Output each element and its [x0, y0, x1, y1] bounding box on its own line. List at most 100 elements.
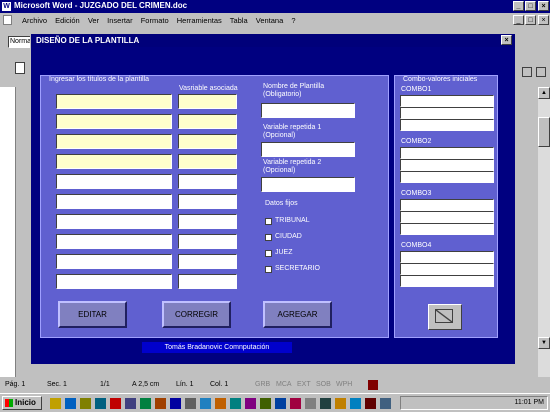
combo4-value-2[interactable]	[400, 263, 494, 275]
titles-panel: Ingresar los títulos de la plantilla Vas…	[40, 75, 389, 338]
combo4-value-1[interactable]	[400, 251, 494, 263]
combo1-value-2[interactable]	[400, 107, 494, 119]
variable-input-3[interactable]	[178, 134, 237, 149]
vertical-ruler	[0, 87, 16, 377]
rep-var2-input[interactable]	[261, 177, 355, 192]
menu-ver[interactable]: Ver	[88, 16, 99, 25]
right-tool-icon-2[interactable]	[536, 67, 546, 77]
tribunal-checkbox[interactable]	[265, 218, 272, 225]
title-input-3[interactable]	[56, 134, 172, 149]
menu-tabla[interactable]: Tabla	[230, 16, 248, 25]
scroll-up-button[interactable]: ▲	[538, 87, 550, 99]
taskbar-app-icon-16[interactable]	[275, 398, 286, 409]
secretario-checkbox[interactable]	[265, 266, 272, 273]
combo-action-button[interactable]	[428, 304, 462, 330]
doc-close-button[interactable]: ×	[538, 15, 549, 25]
taskbar-app-icon-19[interactable]	[320, 398, 331, 409]
taskbar-app-icon-8[interactable]	[155, 398, 166, 409]
dialog-close-button[interactable]: ×	[501, 35, 512, 45]
taskbar-app-icon-18[interactable]	[305, 398, 316, 409]
variable-input-6[interactable]	[178, 194, 237, 209]
taskbar-app-icon-4[interactable]	[95, 398, 106, 409]
variable-input-7[interactable]	[178, 214, 237, 229]
variable-input-2[interactable]	[178, 114, 237, 129]
status-mode-mca: MCA	[276, 381, 292, 388]
menu-insertar[interactable]: Insertar	[107, 16, 132, 25]
taskbar-app-icon-21[interactable]	[350, 398, 361, 409]
new-doc-icon[interactable]	[15, 62, 25, 74]
taskbar-app-icon-10[interactable]	[185, 398, 196, 409]
variable-input-9[interactable]	[178, 254, 237, 269]
style-box-value: Norma	[10, 38, 32, 45]
right-tool-icon-1[interactable]	[522, 67, 532, 77]
combo3-value-1[interactable]	[400, 199, 494, 211]
title-input-7[interactable]	[56, 214, 172, 229]
taskbar-app-icon-22[interactable]	[365, 398, 376, 409]
title-input-9[interactable]	[56, 254, 172, 269]
taskbar-app-icon-11[interactable]	[200, 398, 211, 409]
template-name-input[interactable]	[261, 103, 355, 118]
close-button[interactable]: ×	[538, 1, 549, 11]
combo2-value-3[interactable]	[400, 171, 494, 183]
taskbar-app-icon-20[interactable]	[335, 398, 346, 409]
menu-ventana[interactable]: Ventana	[256, 16, 284, 25]
combo3-value-3[interactable]	[400, 223, 494, 235]
word-icon: W	[2, 2, 11, 11]
title-input-4[interactable]	[56, 154, 172, 169]
taskbar: Inicio 11:01 PM	[0, 393, 550, 412]
taskbar-app-icon-6[interactable]	[125, 398, 136, 409]
doc-restore-button[interactable]: □	[525, 15, 536, 25]
title-input-6[interactable]	[56, 194, 172, 209]
add-button[interactable]: AGREGAR	[263, 301, 332, 328]
windows-logo-icon	[5, 399, 13, 407]
combo3-value-2[interactable]	[400, 211, 494, 223]
rep-var1-input[interactable]	[261, 142, 355, 157]
combo4-value-3[interactable]	[400, 275, 494, 287]
spellcheck-icon[interactable]	[368, 380, 378, 390]
variable-input-10[interactable]	[178, 274, 237, 289]
variable-input-5[interactable]	[178, 174, 237, 189]
variable-input-4[interactable]	[178, 154, 237, 169]
taskbar-app-icon-23[interactable]	[380, 398, 391, 409]
variable-input-1[interactable]	[178, 94, 237, 109]
taskbar-app-icon-3[interactable]	[80, 398, 91, 409]
taskbar-app-icon-1[interactable]	[50, 398, 61, 409]
taskbar-app-icon-2[interactable]	[65, 398, 76, 409]
title-input-2[interactable]	[56, 114, 172, 129]
title-input-10[interactable]	[56, 274, 172, 289]
edit-button[interactable]: EDITAR	[58, 301, 127, 328]
scroll-thumb[interactable]	[538, 117, 550, 147]
ciudad-checkbox[interactable]	[265, 234, 272, 241]
taskbar-app-icon-7[interactable]	[140, 398, 151, 409]
combo2-value-2[interactable]	[400, 159, 494, 171]
juez-checkbox[interactable]	[265, 250, 272, 257]
menu-herramientas[interactable]: Herramientas	[177, 16, 222, 25]
taskbar-app-icon-17[interactable]	[290, 398, 301, 409]
minimize-button[interactable]: _	[513, 1, 524, 11]
title-input-8[interactable]	[56, 234, 172, 249]
taskbar-app-icon-15[interactable]	[260, 398, 271, 409]
taskbar-app-icon-9[interactable]	[170, 398, 181, 409]
taskbar-app-icon-14[interactable]	[245, 398, 256, 409]
title-input-5[interactable]	[56, 174, 172, 189]
maximize-button[interactable]: □	[525, 1, 536, 11]
correct-button-label: CORREGIR	[174, 310, 219, 319]
variable-input-8[interactable]	[178, 234, 237, 249]
app-title-bar: W Microsoft Word - JUZGADO DEL CRIMEN.do…	[0, 0, 550, 13]
menu-help[interactable]: ?	[291, 16, 295, 25]
title-input-1[interactable]	[56, 94, 172, 109]
combo1-value-3[interactable]	[400, 119, 494, 131]
taskbar-app-icon-13[interactable]	[230, 398, 241, 409]
vertical-scrollbar[interactable]: ▲ ▼	[538, 87, 550, 377]
combo1-value-1[interactable]	[400, 95, 494, 107]
combo2-value-1[interactable]	[400, 147, 494, 159]
taskbar-app-icon-12[interactable]	[215, 398, 226, 409]
correct-button[interactable]: CORREGIR	[162, 301, 231, 328]
menu-edicion[interactable]: Edición	[55, 16, 80, 25]
taskbar-app-icon-5[interactable]	[110, 398, 121, 409]
start-button[interactable]: Inicio	[2, 396, 42, 410]
doc-minimize-button[interactable]: _	[513, 15, 524, 25]
scroll-down-button[interactable]: ▼	[538, 337, 550, 349]
menu-archivo[interactable]: Archivo	[22, 16, 47, 25]
menu-formato[interactable]: Formato	[141, 16, 169, 25]
